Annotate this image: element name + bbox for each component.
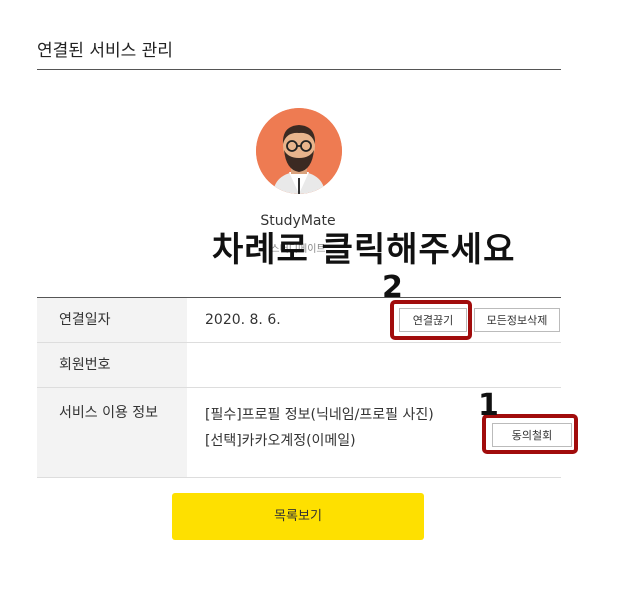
step-2-number: 2 bbox=[382, 270, 403, 305]
view-list-button[interactable]: 목록보기 bbox=[172, 493, 424, 540]
member-number-label: 회원번호 bbox=[37, 342, 187, 388]
service-usage-info-label: 서비스 이용 정보 bbox=[37, 387, 187, 478]
member-number-value bbox=[187, 343, 561, 388]
delete-all-info-button[interactable]: 모든정보삭제 bbox=[474, 308, 560, 332]
table-row: 회원번호 bbox=[37, 342, 561, 388]
bearded-man-avatar-icon bbox=[256, 108, 342, 194]
page-title: 연결된 서비스 관리 bbox=[37, 41, 173, 61]
step-1-number: 1 bbox=[478, 388, 499, 423]
instruction-overlay: 차례로 클릭해주세요 bbox=[212, 230, 516, 270]
title-divider bbox=[37, 69, 561, 70]
highlight-step-2 bbox=[390, 300, 472, 340]
connected-date-label: 연결일자 bbox=[37, 297, 187, 343]
